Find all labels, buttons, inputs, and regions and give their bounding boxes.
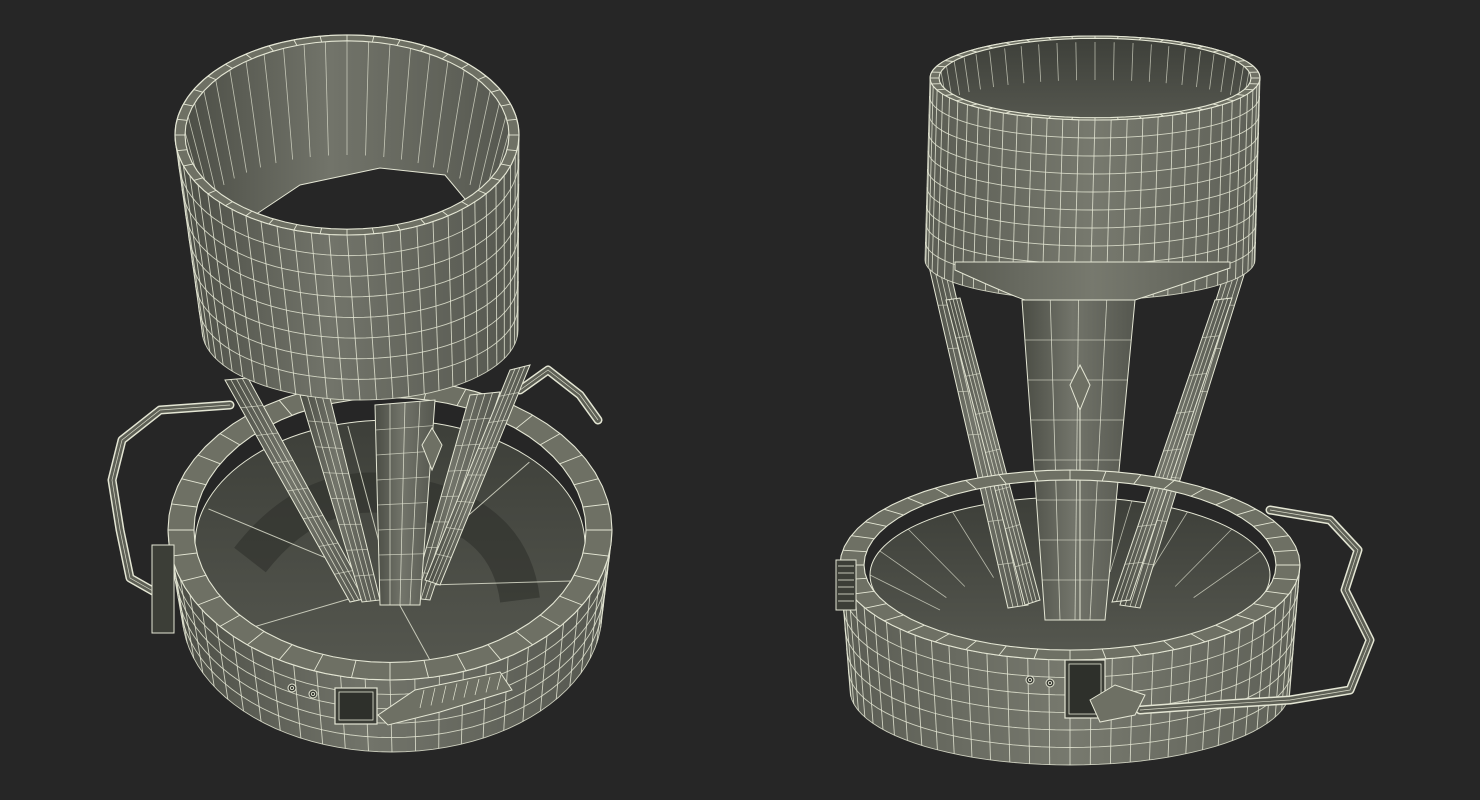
right-view-model bbox=[835, 35, 1375, 766]
left-strut-2-wire bbox=[330, 498, 356, 500]
right-cup-flare bbox=[954, 261, 1231, 301]
left-buckle-slot bbox=[338, 691, 374, 721]
left-view-model bbox=[107, 34, 613, 753]
left-rivet-1 bbox=[287, 683, 297, 693]
wireframe-render-canvas bbox=[107, 34, 1375, 766]
left-rivet-2 bbox=[308, 689, 318, 699]
right-rivet-1 bbox=[1025, 675, 1035, 685]
right-side-clip bbox=[835, 559, 857, 611]
left-side-clip bbox=[151, 544, 175, 634]
right-rivet-2 bbox=[1045, 678, 1055, 688]
